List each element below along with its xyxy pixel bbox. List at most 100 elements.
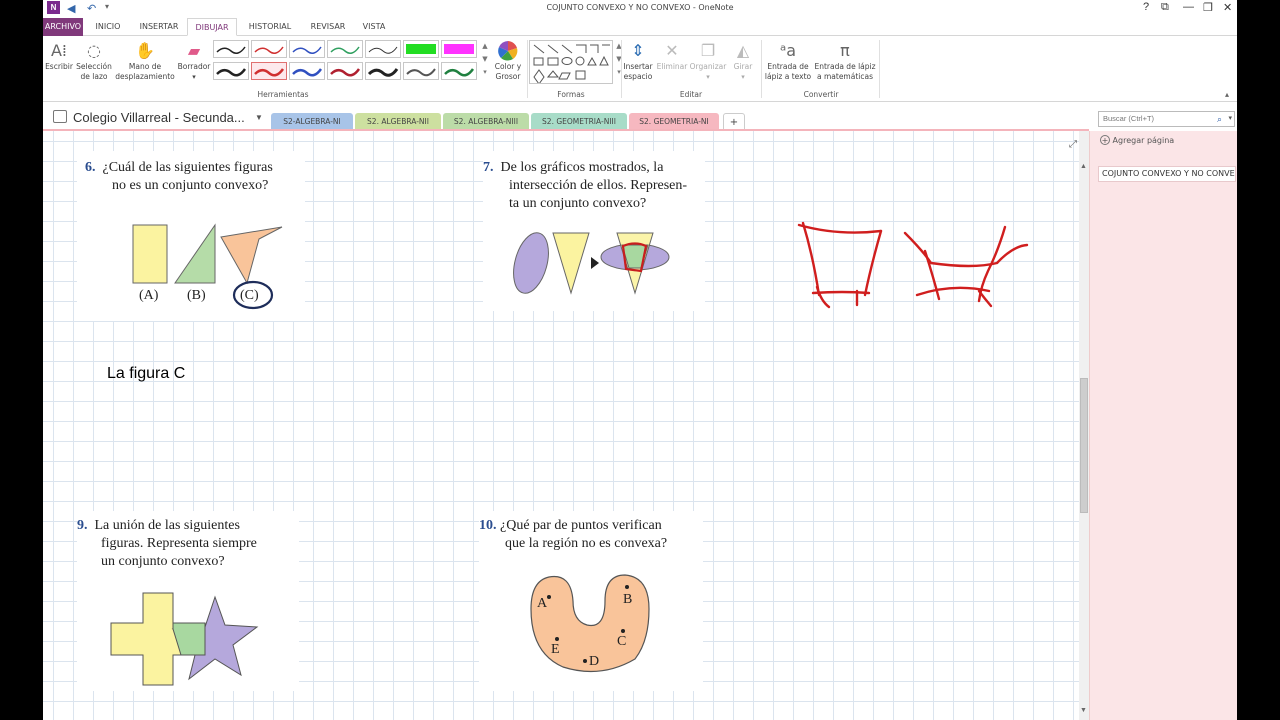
collapse-ribbon-icon[interactable]: ▴ — [1225, 90, 1229, 99]
pen-blue-thick[interactable] — [289, 62, 325, 80]
page-canvas[interactable]: ⤢ 6. ¿Cuál de las siguientes figuras no … — [43, 131, 1079, 720]
ribbon-display-button[interactable]: ⧉ — [1161, 1, 1169, 14]
color-thickness-button[interactable]: Color y Grosor — [489, 40, 527, 82]
tab-dibujar[interactable]: DIBUJAR — [187, 18, 237, 36]
ink-stroke — [977, 289, 993, 308]
search-dropdown-icon[interactable]: ▾ — [1228, 112, 1232, 126]
add-page-button[interactable]: + Agregar página — [1100, 135, 1174, 145]
rotate-icon: ◭ — [736, 41, 750, 60]
point-b — [625, 585, 629, 589]
notebook-name[interactable]: Colegio Villarreal - Secunda... — [73, 110, 245, 125]
pan-tool-button[interactable]: ✋ Mano de desplazamiento — [115, 40, 175, 82]
ink-stroke — [801, 221, 821, 297]
cursor-text-icon: A⁞ — [50, 41, 68, 60]
rotate-button[interactable]: ◭ Girar ▾ — [727, 40, 759, 82]
pen-stroke-icon — [254, 46, 284, 54]
pen-black-bold[interactable] — [365, 62, 401, 80]
hand-icon: ✋ — [135, 41, 155, 60]
pen-stroke-icon — [292, 46, 322, 54]
pi-icon: π — [840, 41, 850, 60]
scrollbar-thumb[interactable] — [1080, 378, 1088, 513]
pen-black-thin[interactable] — [213, 40, 249, 58]
intersection-illustration — [513, 232, 670, 295]
point-d — [583, 659, 587, 663]
lasso-select-button[interactable]: ◌ Selección de lazo — [73, 40, 115, 82]
write-tool-button[interactable]: A⁞ Escribir — [43, 40, 75, 72]
pen-gray-thick[interactable] — [403, 62, 439, 80]
pen-red-thin[interactable] — [251, 40, 287, 58]
ink-to-math-button[interactable]: π Entrada de lápiz a matemáticas — [813, 40, 877, 82]
eraser-dropdown-icon[interactable]: ▾ — [175, 72, 213, 82]
delete-label: Eliminar — [656, 62, 688, 71]
notebook-dropdown-icon[interactable]: ▼ — [255, 113, 263, 122]
minimize-button[interactable]: — — [1183, 1, 1194, 13]
pen-blue-thin[interactable] — [289, 40, 325, 58]
search-icon[interactable]: ⌕ — [1217, 112, 1222, 126]
ink-to-text-button[interactable]: ᵃa Entrada de lápiz a texto — [763, 40, 813, 82]
search-placeholder: Buscar (Ctrl+T) — [1103, 114, 1155, 123]
union-illustration — [110, 592, 259, 686]
help-button[interactable]: ? — [1143, 1, 1149, 13]
expand-page-icon[interactable]: ⤢ — [1069, 139, 1077, 150]
tab-archivo[interactable]: ARCHIVO — [43, 18, 83, 36]
pen-red-thick-selected[interactable] — [251, 62, 287, 80]
add-icon: + — [1100, 135, 1110, 145]
ink-stroke — [811, 290, 871, 295]
rotate-dropdown-icon[interactable]: ▾ — [727, 72, 759, 82]
pen-darkred-thick[interactable] — [327, 62, 363, 80]
group-label-tools: Herramientas — [257, 90, 309, 99]
figure-concave — [220, 226, 283, 285]
page-list-pane: + Agregar página COJUNTO CONVEXO Y NO CO… — [1089, 131, 1237, 720]
eraser-label: Borrador — [177, 62, 211, 71]
figure-rectangle — [132, 224, 168, 284]
delete-button[interactable]: ✕ Eliminar — [655, 40, 689, 72]
eraser-button[interactable]: ▰ Borrador ▾ — [175, 40, 213, 82]
page-list-item[interactable]: COJUNTO CONVEXO Y NO CONVEXO — [1098, 166, 1236, 182]
delete-x-icon: ✕ — [665, 41, 679, 60]
window-title: COJUNTO CONVEXO Y NO CONVEXO - OneNote — [546, 3, 734, 12]
maximize-button[interactable]: ❐ — [1203, 1, 1213, 14]
ink-text-label-2: lápiz a texto — [764, 72, 812, 81]
rotate-label: Girar — [733, 62, 753, 71]
search-box[interactable]: Buscar (Ctrl+T) ⌕ ▾ — [1098, 111, 1235, 127]
point-a — [547, 595, 551, 599]
pen-green-thick[interactable] — [441, 62, 477, 80]
tab-insertar[interactable]: INSERTAR — [133, 18, 185, 36]
tab-revisar[interactable]: REVISAR — [303, 18, 353, 36]
insert-space-label-2: espacio — [623, 72, 653, 81]
scroll-up-arrow-icon[interactable]: ▲ — [1080, 163, 1087, 170]
pen-gray-thin[interactable] — [365, 40, 401, 58]
close-button[interactable]: ✕ — [1223, 1, 1232, 14]
ink-math-label-2: a matemáticas — [817, 72, 873, 81]
ink-stroke — [863, 229, 883, 297]
pen-stroke-icon — [367, 68, 399, 77]
highlighter-icon — [444, 44, 474, 54]
highlighter-magenta[interactable] — [441, 40, 477, 58]
insert-space-icon: ⇕ — [631, 41, 645, 60]
pen-green-thin[interactable] — [327, 40, 363, 58]
lasso-icon: ◌ — [87, 41, 101, 60]
ink-math-label-1: Entrada de lápiz — [814, 62, 876, 71]
insert-space-button[interactable]: ⇕ Insertar espacio — [621, 40, 655, 82]
point-d-label: D — [589, 654, 599, 669]
tab-historial[interactable]: HISTORIAL — [241, 18, 299, 36]
ribbon-tabs: ARCHIVO INICIO INSERTAR DIBUJAR HISTORIA… — [43, 18, 1237, 36]
highlighter-green[interactable] — [403, 40, 439, 58]
label-c: (C) — [240, 288, 259, 303]
question-6-card: 6. ¿Cuál de las siguientes figuras no es… — [77, 151, 305, 321]
page-scrollbar[interactable]: ▲ ▼ — [1079, 131, 1089, 720]
pen-black-thick[interactable] — [213, 62, 249, 80]
answer-text[interactable]: La figura C — [107, 365, 185, 383]
pen-stroke-icon — [216, 68, 247, 77]
scroll-down-arrow-icon[interactable]: ▼ — [1080, 707, 1087, 714]
arrange-button[interactable]: ❐ Organizar ▾ — [689, 40, 727, 82]
shapes-gallery[interactable] — [529, 40, 613, 85]
group-label-edit: Editar — [679, 90, 703, 99]
question-9-card: 9. La unión de las siguientes figuras. R… — [77, 511, 299, 691]
tab-vista[interactable]: VISTA — [355, 18, 393, 36]
point-b-label: B — [623, 592, 632, 607]
point-c-label: C — [617, 634, 626, 649]
tab-inicio[interactable]: INICIO — [87, 18, 129, 36]
ribbon-dibujar: A⁞ Escribir ◌ Selección de lazo ✋ Mano d… — [43, 36, 1237, 102]
arrange-dropdown-icon[interactable]: ▾ — [689, 72, 727, 82]
